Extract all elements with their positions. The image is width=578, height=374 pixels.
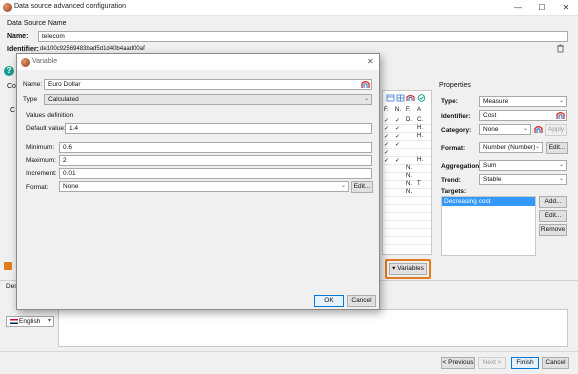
minimize-button[interactable]: —	[511, 2, 525, 14]
check-shield-icon[interactable]	[417, 94, 426, 102]
datasource-name-input[interactable]: telecom	[38, 31, 568, 42]
finish-button[interactable]: Finish	[511, 357, 539, 369]
table-row[interactable]	[383, 205, 431, 213]
table-row[interactable]: N. T	[383, 181, 431, 189]
table-row[interactable]: ✓ ✓ D. C.	[383, 117, 431, 125]
grid-header-row: F. N. F. A	[379, 107, 433, 115]
table-row[interactable]	[383, 213, 431, 221]
table-row[interactable]: ✓ ✓ H.	[383, 125, 431, 133]
format-select[interactable]: Number (Number) ⌄	[479, 142, 543, 153]
identifier-value: de100c92569483bad5d1d40b4aad00af	[40, 46, 145, 52]
grid-body: ✓ ✓ D. C. ✓ ✓ H. ✓ ✓ H. ✓ ✓ ✓ ✓ ✓ H. N. N. N. T N.	[383, 117, 431, 252]
table-row[interactable]	[383, 221, 431, 229]
column-label-fragment: C	[10, 107, 16, 114]
hierarchy-icon[interactable]	[534, 125, 543, 134]
grid-toolbar-icon-2[interactable]	[396, 94, 405, 102]
identifier-label: Identifier:	[7, 46, 39, 53]
table-row[interactable]: ✓	[383, 149, 431, 157]
property-identifier-label: Identifier:	[441, 113, 471, 120]
help-icon[interactable]: ?	[4, 66, 14, 76]
trash-icon[interactable]	[556, 44, 565, 53]
variables-button[interactable]: ▾ Variables	[389, 263, 427, 275]
footer-divider	[0, 351, 578, 352]
language-select[interactable]: English ▾	[6, 316, 54, 327]
grid-header: A	[417, 107, 422, 113]
dialog-cancel-button[interactable]: Cancel	[347, 295, 376, 307]
table-row[interactable]	[383, 197, 431, 205]
dialog-close-icon[interactable]: ✕	[367, 57, 374, 66]
targets-list[interactable]: Decreasing cost	[441, 196, 536, 256]
flag-uk-icon	[10, 318, 18, 324]
previous-button[interactable]: < Previous	[441, 357, 475, 369]
increment-label: Increment:	[26, 170, 57, 177]
dialog-app-icon	[21, 58, 30, 67]
maximum-input[interactable]: 2	[59, 155, 372, 166]
columns-grid: F. N. F. A ✓ ✓ D. C. ✓ ✓ H. ✓ ✓ H. ✓ ✓ ✓ ✓ ✓ H. N.…	[382, 90, 432, 255]
trend-select[interactable]: Stable ⌄	[479, 174, 567, 185]
table-row[interactable]	[383, 229, 431, 237]
next-button[interactable]: Next >	[478, 357, 506, 369]
category-label: Category:	[441, 127, 472, 134]
table-row[interactable]: N.	[383, 165, 431, 173]
default-value-label: Default value:	[26, 125, 66, 132]
variable-format-edit-button[interactable]: Edit...	[351, 181, 373, 193]
name-label: Name:	[7, 33, 29, 40]
maximize-button[interactable]: ☐	[535, 2, 549, 14]
table-row[interactable]: ✓ ✓	[383, 141, 431, 149]
orange-marker-icon	[4, 262, 12, 270]
list-item[interactable]: Decreasing cost	[442, 197, 535, 206]
aggregation-label: Aggregation:	[441, 163, 482, 170]
edit-target-button[interactable]: Edit...	[539, 210, 567, 222]
variable-name-label: Name:	[23, 81, 43, 88]
window-title: Data source advanced configuration	[14, 3, 127, 10]
property-type-select[interactable]: Measure ⌄	[479, 96, 567, 107]
default-value-input[interactable]: 1.4	[65, 123, 372, 134]
apply-button[interactable]: Apply	[545, 124, 567, 136]
grid-header: F.	[384, 107, 389, 113]
grid-toolbar-icon-1[interactable]	[386, 94, 395, 102]
targets-label: Targets:	[441, 188, 467, 195]
datasource-section-label: Data Source Name	[7, 20, 67, 27]
table-row[interactable]: N.	[383, 189, 431, 197]
description-textarea[interactable]	[58, 309, 568, 347]
format-label: Format:	[26, 184, 49, 191]
remove-target-button[interactable]: Remove	[539, 224, 567, 236]
window-titlebar: Data source advanced configuration — ☐ ✕	[0, 0, 578, 16]
grid-header: N.	[395, 107, 401, 113]
app-icon	[3, 3, 12, 12]
format-label: Format:	[441, 145, 466, 152]
category-select[interactable]: None ⌄	[479, 124, 531, 135]
table-row[interactable]	[383, 237, 431, 245]
hierarchy-icon[interactable]	[556, 111, 565, 120]
cancel-button[interactable]: Cancel	[542, 357, 569, 369]
hierarchy-icon[interactable]	[361, 80, 370, 89]
trend-label: Trend:	[441, 177, 461, 184]
format-edit-button[interactable]: Edit...	[546, 142, 568, 154]
table-row[interactable]: ✓ ✓ H.	[383, 133, 431, 141]
columns-label-fragment: Co	[7, 83, 16, 90]
dialog-titlebar: Variable ✕	[17, 54, 379, 70]
table-row[interactable]: ✓ ✓ H.	[383, 157, 431, 165]
variable-format-select[interactable]: None ⌄	[59, 181, 349, 192]
close-button[interactable]: ✕	[559, 2, 573, 14]
type-label: Type:	[441, 98, 458, 105]
maximum-label: Maximum:	[26, 157, 56, 164]
dialog-title: Variable	[32, 58, 58, 65]
variable-type-select[interactable]: Calculated ⌄	[44, 94, 372, 105]
properties-title: Properties	[439, 82, 471, 89]
variable-name-input[interactable]: Euro Dollar	[44, 79, 372, 90]
minimum-input[interactable]: 0.6	[59, 142, 372, 153]
variable-dialog: Variable ✕ Name: Euro Dollar Type Calcul…	[16, 53, 380, 310]
ok-button[interactable]: OK	[314, 295, 344, 307]
property-identifier-input[interactable]: Cost	[479, 110, 567, 121]
increment-input[interactable]: 0.01	[59, 168, 372, 179]
table-row[interactable]: N.	[383, 173, 431, 181]
hierarchy-icon[interactable]	[406, 94, 415, 102]
add-target-button[interactable]: Add...	[539, 196, 567, 208]
grid-header: F.	[406, 107, 411, 113]
minimum-label: Minimum:	[26, 144, 55, 151]
values-definition-label: Values definition	[26, 112, 74, 119]
variable-type-label: Type	[23, 96, 38, 103]
aggregation-select[interactable]: Sum ⌄	[479, 160, 567, 171]
